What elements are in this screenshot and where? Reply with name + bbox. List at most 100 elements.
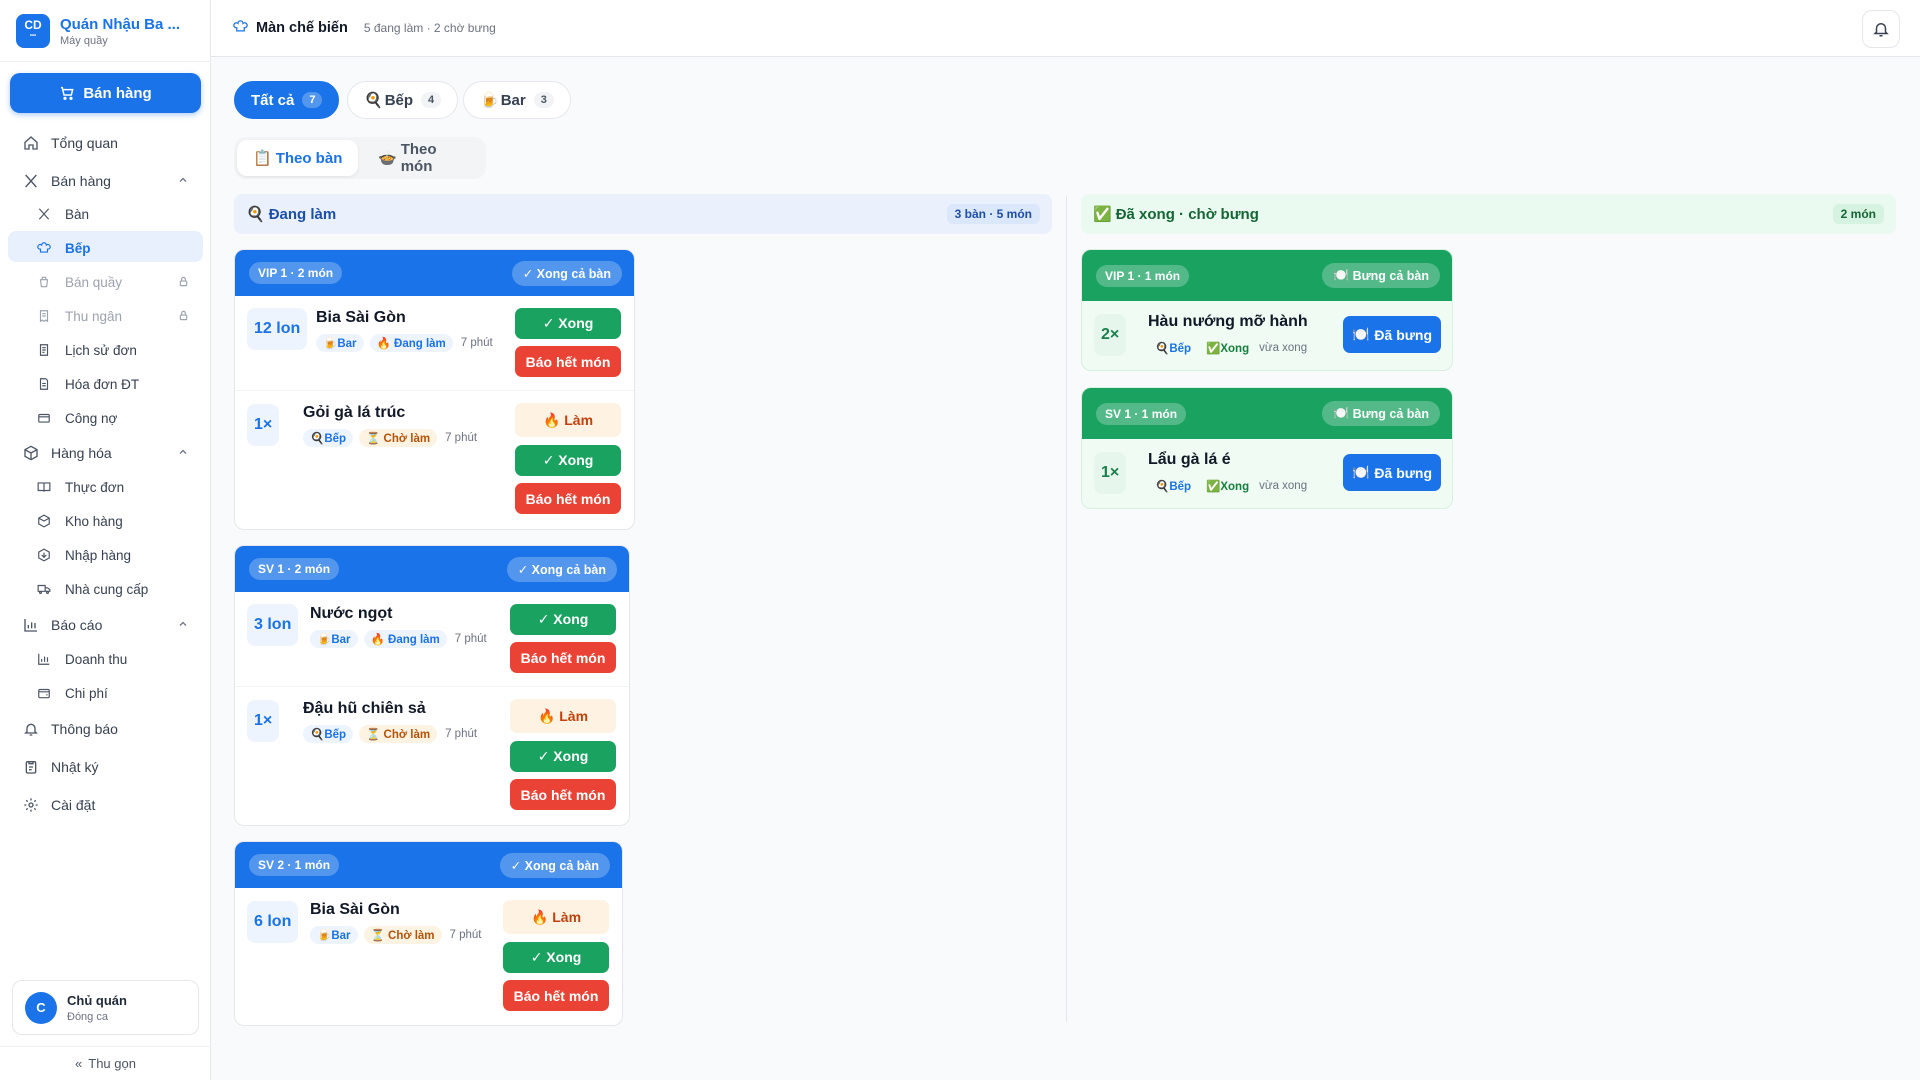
done-button[interactable]: ✓ Xong <box>510 741 616 772</box>
plate-icon: 🍽️ <box>1332 268 1349 282</box>
item-tags: 🍺Bar 🔥 Đang làm 7 phút <box>310 630 487 648</box>
complete-table-button[interactable]: ✓ Xong cả bàn <box>499 852 610 878</box>
done-button[interactable]: ✓ Xong <box>503 942 609 973</box>
nav-bep[interactable]: Bếp <box>0 239 211 257</box>
truck-icon <box>37 582 51 596</box>
bar-chart-icon <box>23 617 39 633</box>
done-card: SV 1 · 1 món 🍽️ Bưng cả bàn 1× Lẩu gà lá … <box>1081 387 1453 509</box>
table-card: SV 1 · 2 món ✓ Xong cả bàn 3 lon Nước ng… <box>234 545 630 826</box>
nav-cai-dat[interactable]: Cài đặt <box>0 795 211 815</box>
serve-table-button[interactable]: 🍽️ Bưng cả bàn <box>1321 263 1440 288</box>
item-name: Gỏi gà lá trúc <box>303 404 406 421</box>
item-tags: 🍳Bếp ✅Xong vừa xong <box>1148 339 1307 357</box>
item-name: Nước ngọt <box>310 605 393 622</box>
start-button[interactable]: 🔥 Làm <box>510 699 616 733</box>
bell-icon <box>1873 23 1889 37</box>
nav-cong-no[interactable]: Công nợ <box>0 409 211 427</box>
out-of-stock-button[interactable]: Báo hết món <box>503 980 609 1011</box>
page-title: Màn chế biến <box>256 20 348 36</box>
out-of-stock-button[interactable]: Báo hết món <box>515 483 621 514</box>
chevron-up-icon[interactable] <box>177 617 189 633</box>
complete-table-button[interactable]: ✓ Xong cả bàn <box>511 260 622 286</box>
served-button[interactable]: 🍽️ Đã bưng <box>1343 316 1441 353</box>
nav-doanh-thu[interactable]: Doanh thu <box>0 650 211 668</box>
nav-ban-quay[interactable]: Bán quầy <box>0 273 211 291</box>
nav-label: Thông báo <box>51 721 118 737</box>
nav-label: Bán hàng <box>51 173 111 189</box>
chevron-up-icon[interactable] <box>177 173 189 189</box>
document-icon <box>37 377 51 391</box>
nav-thuc-don[interactable]: Thực đơn <box>0 478 211 496</box>
nav-hang-hoa[interactable]: Hàng hóa <box>0 443 211 463</box>
nav-nhat-ky[interactable]: Nhật ký <box>0 757 211 777</box>
done-button[interactable]: ✓ Xong <box>515 308 621 339</box>
nav-label: Chi phí <box>65 685 108 701</box>
notification-button[interactable] <box>1862 10 1900 48</box>
served-button[interactable]: 🍽️ Đã bưng <box>1343 454 1441 491</box>
nav-label: Công nợ <box>65 410 118 426</box>
brand[interactable]: CD ••• Quán Nhậu Ba ... Máy quầy <box>16 14 201 48</box>
cup-icon <box>37 275 51 289</box>
card-header: VIP 1 · 2 món ✓ Xong cả bàn <box>235 250 634 296</box>
done-button[interactable]: ✓ Xong <box>515 445 621 476</box>
nav-nhap-hang[interactable]: Nhập hàng <box>0 546 211 564</box>
station-badge: 🍺Bar <box>316 334 364 352</box>
nav-label: Cài đặt <box>51 797 96 813</box>
filter-bar[interactable]: 🍺 Bar 3 <box>463 81 571 119</box>
sell-button[interactable]: Bán hàng <box>10 73 201 113</box>
chevrons-left-icon: « <box>75 1056 83 1071</box>
view-by-dish[interactable]: 🍲 Theo món <box>362 140 486 176</box>
complete-table-button[interactable]: ✓ Xong cả bàn <box>506 556 617 582</box>
nav-label: Bán quầy <box>65 274 123 290</box>
chevron-up-icon[interactable] <box>177 445 189 461</box>
nav-lich-su-don[interactable]: Lịch sử đơn <box>0 341 211 359</box>
page-subtitle: 5 đang làm · 2 chờ bưng <box>363 21 496 35</box>
nav-thu-ngan[interactable]: Thu ngân <box>0 307 211 325</box>
nav-bao-cao[interactable]: Báo cáo <box>0 615 211 635</box>
status-badge: ✅Xong <box>1206 343 1250 355</box>
nav-chi-phi[interactable]: Chi phí <box>0 684 211 702</box>
out-of-stock-button[interactable]: Báo hết món <box>510 642 616 673</box>
nav-label: Hóa đơn ĐT <box>65 376 140 392</box>
filter-count: 3 <box>533 92 554 108</box>
station-badge: 🍺Bar <box>310 926 358 944</box>
item-qty: 1× <box>1094 452 1127 494</box>
filter-count: 4 <box>421 92 442 108</box>
column-count: 3 bàn · 5 món <box>946 204 1040 224</box>
out-of-stock-button[interactable]: Báo hết món <box>515 346 621 377</box>
filter-all[interactable]: Tất cả 7 <box>234 81 340 119</box>
served-label: Đã bưng <box>1374 326 1433 343</box>
receipt-icon <box>37 309 51 323</box>
topbar: Màn chế biến 5 đang làm · 2 chờ bưng <box>211 0 1920 57</box>
out-of-stock-button[interactable]: Báo hết món <box>510 779 616 810</box>
nav-hoa-don-dt[interactable]: Hóa đơn ĐT <box>0 375 211 393</box>
user-card[interactable]: C Chủ quán Đóng ca <box>12 980 199 1035</box>
start-button[interactable]: 🔥 Làm <box>515 403 621 437</box>
item-qty: 3 lon <box>247 604 299 646</box>
done-button[interactable]: ✓ Xong <box>510 604 616 635</box>
nav-nha-cung-cap[interactable]: Nhà cung cấp <box>0 580 211 598</box>
table-label: SV 2 · 1 món <box>249 854 340 876</box>
nav-kho-hang[interactable]: Kho hàng <box>0 512 211 530</box>
nav-thong-bao[interactable]: Thông báo <box>0 719 211 739</box>
clipboard-icon: 📋 <box>253 150 272 167</box>
collapse-button[interactable]: « Thu gọn <box>0 1046 211 1080</box>
start-button[interactable]: 🔥 Làm <box>503 900 609 934</box>
served-label: Đã bưng <box>1374 464 1433 481</box>
book-icon <box>37 480 51 494</box>
nav-ban[interactable]: Bàn <box>0 205 211 223</box>
nav-ban-hang[interactable]: Bán hàng <box>0 171 211 191</box>
item-tags: 🍺Bar 🔥 Đang làm 7 phút <box>316 334 493 352</box>
serve-table-button[interactable]: 🍽️ Bưng cả bàn <box>1321 401 1440 426</box>
nav-label: Tổng quan <box>51 135 118 151</box>
lock-icon <box>178 274 189 290</box>
view-label: Theo bàn <box>275 149 343 167</box>
cart-icon <box>61 86 74 100</box>
filter-label: Bếp <box>384 91 414 109</box>
status-badge: 🔥 Đang làm <box>363 630 447 648</box>
filter-bep[interactable]: 🍳 Bếp 4 <box>347 81 459 119</box>
view-by-table[interactable]: 📋 Theo bàn <box>237 140 359 176</box>
utensils-icon <box>37 207 51 221</box>
item-time: 7 phút <box>460 337 493 349</box>
nav-tong-quan[interactable]: Tổng quan <box>0 133 211 153</box>
